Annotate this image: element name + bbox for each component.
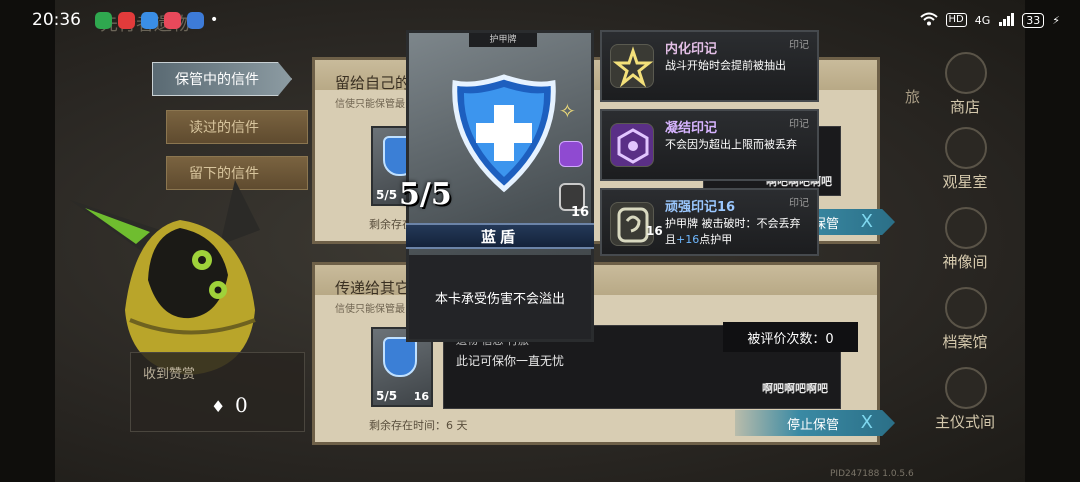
nav-archive[interactable]: 档案馆 (905, 285, 1025, 355)
observatory-emblem-icon (945, 127, 987, 169)
sigil-description: 战斗开始时会提前被抽出 (665, 59, 786, 72)
shop-emblem-icon (945, 52, 987, 94)
shield-icon (383, 337, 417, 377)
nav-label: 商店 (949, 98, 980, 116)
panel-subtitle: 信使只能保管最 (335, 304, 405, 315)
sigil-title: 内化印记 (665, 42, 718, 57)
sigil-tag: 印记 (789, 119, 809, 130)
sigil-title: 顽强印记16 (665, 200, 736, 215)
blue-shield-icon (449, 73, 559, 197)
internalize-sigil-icon: ✧ (559, 99, 576, 123)
nav-label: 档案馆 (942, 333, 988, 351)
condense-sigil-icon (610, 123, 654, 167)
nav-label: 主仪式间 (934, 413, 995, 431)
card-cost: 5/5 (399, 177, 452, 212)
sigil-desc-b: 且 (665, 233, 676, 246)
panel-subtitle: 信使只能保管最 (335, 99, 405, 110)
status-app-icons: • (95, 11, 219, 29)
sigil-tooltip-internalize: 内化印记 印记 战斗开始时会提前被抽出 (600, 30, 819, 102)
card-name: 蓝盾 (406, 223, 594, 249)
archive-emblem-icon (945, 287, 987, 329)
sigil-desc-highlight: +16 (676, 233, 700, 246)
sigil-number: 16 (646, 224, 663, 238)
sigil-description: 护甲牌 被击破时：不会丢弃 且+16点护甲 (665, 216, 815, 248)
more-dot-icon: • (210, 11, 219, 28)
reward-panel: 收到赞赏 ♦ 0 (130, 352, 305, 432)
sigil-desc-c: 点护甲 (699, 233, 733, 246)
hooded-creature-illustration (70, 170, 300, 380)
sigil-tooltip-condense: 凝结印记 印记 不会因为超出上限而被丢弃 (600, 109, 819, 181)
sigil-description: 不会因为超出上限而被丢弃 (665, 138, 797, 151)
app-red-icon (118, 11, 135, 29)
close-x-icon: X (860, 211, 873, 232)
card-cost: 5/5 (376, 389, 398, 403)
remaining-time: 剩余存在时间：6 天 (369, 419, 468, 432)
app-green-icon (95, 11, 112, 29)
nav-observatory[interactable]: 观星室 (905, 125, 1025, 195)
right-letterbox (1025, 0, 1080, 482)
panel-title: 传递给其它 (335, 279, 411, 297)
status-indicators: HD 4G 33 ⚡ (919, 12, 1060, 29)
sigil-desc-a: 护甲牌 被击破时：不会丢弃 (665, 217, 801, 230)
network-label: 4G (974, 13, 991, 27)
sigil-title: 凝结印记 (665, 121, 718, 136)
app-translate-icon (187, 11, 204, 29)
panel-title: 留给自己的 (335, 74, 411, 92)
letter-message: 此记可保你一直无忧 (456, 354, 565, 368)
status-bar: 20:36 • HD 4G 33 ⚡ (0, 0, 1080, 40)
reward-label: 收到赞赏 (143, 367, 196, 382)
left-letterbox (0, 0, 55, 482)
card-cost: 5/5 (376, 188, 398, 202)
sigil-tag: 印记 (789, 198, 809, 209)
app-blue-icon (141, 11, 158, 29)
ritual-emblem-icon (945, 367, 987, 409)
card-number: 16 (571, 205, 590, 220)
nav-shop[interactable]: 商店 (905, 50, 1025, 120)
card-detail-blue-shield[interactable]: 护甲牌 5/5 ✧ 16 蓝盾 本卡承受伤害不会溢出 (399, 30, 594, 342)
version-label: PID247188 1.0.5.6 (830, 469, 914, 479)
status-time: 20:36 (32, 10, 81, 30)
statue-emblem-icon (945, 207, 987, 249)
nav-label: 神像间 (942, 253, 988, 271)
nav-label: 观星室 (942, 173, 988, 191)
wifi-icon (919, 12, 938, 29)
app-music-icon (164, 11, 181, 29)
stop-keeping-button-bottom[interactable]: 停止保管 X (735, 410, 895, 436)
close-x-icon: X (860, 412, 873, 433)
currency-icon: ♦ (211, 397, 226, 416)
charging-icon: ⚡ (1052, 13, 1060, 27)
reward-value: 0 (235, 393, 248, 417)
rating-count: 被评价次数：0 (723, 322, 858, 352)
hd-icon: HD (945, 13, 967, 27)
internalize-sigil-icon (610, 44, 654, 88)
tab-read-letters[interactable]: 读过的信件 (166, 110, 308, 144)
nav-statue-room[interactable]: 神像间 (905, 205, 1025, 275)
signal-icon (998, 12, 1015, 29)
sigil-tooltip-tenacity: 16 顽强印记16 印记 护甲牌 被击破时：不会丢弃 且+16点护甲 (600, 188, 819, 256)
tab-kept-letters[interactable]: 保管中的信件 (152, 62, 292, 96)
card-number: 16 (413, 390, 429, 403)
condense-sigil-icon (559, 141, 583, 167)
card-description: 本卡承受伤害不会溢出 (409, 255, 591, 339)
stop-keeping-label: 停止保管 (787, 417, 840, 433)
nav-ritual-room[interactable]: 主仪式间 (905, 365, 1025, 435)
letter-signature: 啊吧啊吧啊吧 (762, 382, 828, 395)
battery-level: 33 (1022, 12, 1045, 28)
